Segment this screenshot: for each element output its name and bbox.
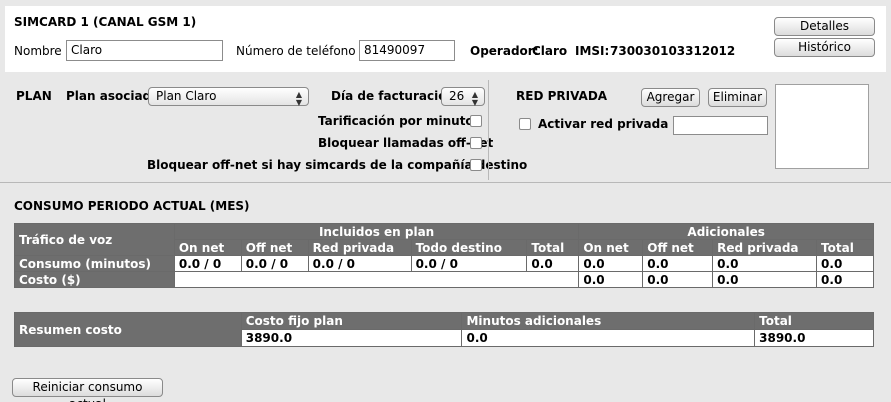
plan-select[interactable]: Plan Claro ▲ ▼ xyxy=(148,87,309,107)
add-button[interactable]: Agregar xyxy=(641,88,700,107)
opt-block-offnet-dest-checkbox[interactable] xyxy=(470,159,482,171)
col-header: On net xyxy=(578,239,644,256)
table-cell: 3890.0 xyxy=(240,329,463,347)
table-cell: 0.0 / 0 xyxy=(307,255,412,272)
plan-assoc-label: Plan asociado xyxy=(66,89,160,103)
name-label: Nombre xyxy=(14,44,62,58)
summary-label: Resumen costo xyxy=(14,312,242,347)
billing-day-value: 26 xyxy=(449,89,465,103)
simcard-title: SIMCARD 1 (CANAL GSM 1) xyxy=(14,15,197,29)
section-divider-horizontal xyxy=(0,182,891,183)
activate-private-net-checkbox[interactable] xyxy=(519,118,531,130)
table-cell: 0.0 / 0 xyxy=(240,255,309,272)
name-field[interactable]: Claro xyxy=(66,40,223,61)
opt-block-offnet-label: Bloquear llamadas off-net xyxy=(318,136,494,150)
col-header: Costo fijo plan xyxy=(240,312,463,330)
included-header: Incluidos en plan xyxy=(173,223,580,240)
consumption-table: Tráfico de voz Incluidos en plan Adicion… xyxy=(14,223,874,288)
table-cell: 0.0 xyxy=(712,271,818,288)
history-button[interactable]: Histórico xyxy=(774,38,875,57)
row-label: Consumo (minutos) xyxy=(14,255,175,272)
billing-day-label: Día de facturación xyxy=(331,89,455,103)
operator-label: Operador: xyxy=(470,44,539,58)
row-label: Costo ($) xyxy=(14,271,175,288)
opt-minutes-label: Tarificación por minutos xyxy=(318,114,481,128)
table-cell: 0.0 xyxy=(816,271,874,288)
activate-private-net-label: Activar red privada xyxy=(538,117,669,131)
table-cell: 0.0 xyxy=(578,271,644,288)
private-net-input[interactable] xyxy=(673,116,768,135)
col-header: Total xyxy=(754,312,874,330)
col-header: Minutos adicionales xyxy=(461,312,756,330)
table-cell: 0.0 xyxy=(816,255,874,272)
remove-button[interactable]: Eliminar xyxy=(708,88,767,107)
table-cell: 0.0 xyxy=(712,255,818,272)
table-row: Consumo (minutos) 0.0 / 0 0.0 / 0 0.0 / … xyxy=(14,255,874,272)
section-divider-vertical xyxy=(488,80,489,180)
table-cell: 3890.0 xyxy=(754,329,874,347)
additional-header: Adicionales xyxy=(578,223,874,240)
col-header: Red privada xyxy=(307,239,412,256)
billing-day-select[interactable]: 26 ▲ ▼ xyxy=(441,87,485,107)
table-cell: 0.0 xyxy=(578,255,644,272)
phone-label: Número de teléfono xyxy=(236,44,356,58)
table-cell: 0.0 xyxy=(461,329,756,347)
imsi-label: IMSI: xyxy=(575,44,610,58)
plan-heading: PLAN xyxy=(16,89,52,103)
plan-select-value: Plan Claro xyxy=(156,89,217,103)
consumption-heading: CONSUMO PERIODO ACTUAL (MES) xyxy=(14,199,250,213)
select-arrows-icon: ▲ ▼ xyxy=(295,90,302,107)
table-cell: 0.0 xyxy=(642,255,714,272)
table-cell: 0.0 xyxy=(526,255,580,272)
private-net-list[interactable] xyxy=(775,84,869,169)
voice-traffic-header: Tráfico de voz xyxy=(14,223,175,256)
col-header: Off net xyxy=(642,239,714,256)
col-header: Red privada xyxy=(712,239,818,256)
simcard-panel: SIMCARD 1 (CANAL GSM 1) Nombre Claro Núm… xyxy=(5,6,886,72)
col-header: Total xyxy=(816,239,874,256)
summary-table: Resumen costo Costo fijo plan Minutos ad… xyxy=(14,312,874,347)
phone-field[interactable]: 81490097 xyxy=(359,40,455,61)
imsi-value: 730030103312012 xyxy=(610,44,736,58)
details-button[interactable]: Detalles xyxy=(774,17,875,36)
select-arrows-icon: ▲ ▼ xyxy=(471,90,478,107)
table-cell: 0.0 xyxy=(642,271,714,288)
col-header: On net xyxy=(173,239,242,256)
opt-minutes-checkbox[interactable] xyxy=(470,115,482,127)
opt-block-offnet-checkbox[interactable] xyxy=(470,137,482,149)
table-cell: 0.0 / 0 xyxy=(173,255,242,272)
col-header: Todo destino xyxy=(410,239,528,256)
table-cell-empty xyxy=(173,271,580,288)
table-cell: 0.0 / 0 xyxy=(410,255,528,272)
operator-value: Claro xyxy=(532,44,568,58)
reset-consumption-button[interactable]: Reiniciar consumo actual xyxy=(12,378,163,402)
col-header: Off net xyxy=(240,239,309,256)
col-header: Total xyxy=(526,239,580,256)
private-net-heading: RED PRIVADA xyxy=(516,89,608,103)
table-row: Costo ($) 0.0 0.0 0.0 0.0 xyxy=(14,271,874,288)
